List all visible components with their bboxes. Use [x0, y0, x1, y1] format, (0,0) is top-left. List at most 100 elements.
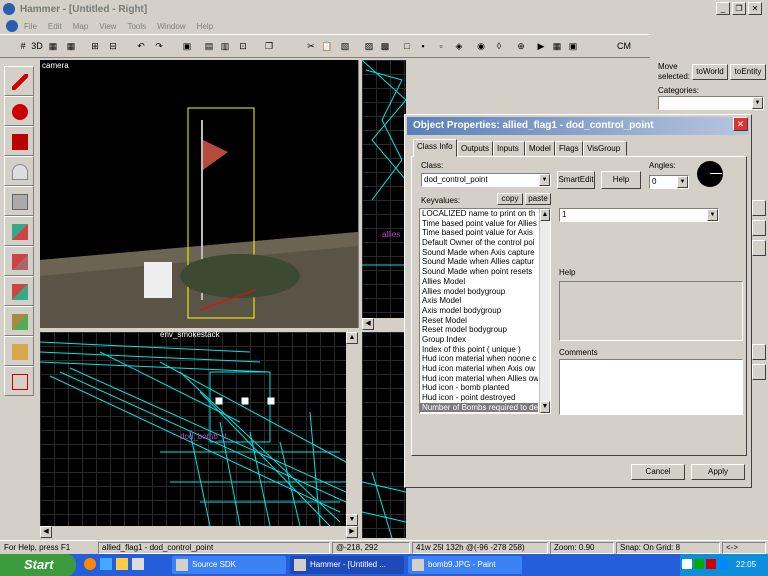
- folder-icon[interactable]: [116, 558, 128, 570]
- menu-map[interactable]: Map: [73, 22, 89, 31]
- tray-icon[interactable]: [682, 559, 692, 569]
- comments-field[interactable]: [559, 359, 743, 415]
- block-tool[interactable]: [4, 186, 34, 216]
- grid-lock-icon[interactable]: ▦: [64, 39, 78, 53]
- overlay-tool[interactable]: [4, 336, 34, 366]
- brush-icon[interactable]: ▫: [434, 39, 448, 53]
- close-button[interactable]: ✕: [748, 2, 762, 15]
- grid-dots-icon[interactable]: ▦: [46, 39, 60, 53]
- scroll-down-icon[interactable]: ▼: [540, 401, 550, 413]
- side-viewport-hscroll[interactable]: ◀ ▶: [40, 526, 358, 538]
- keyvalue-row[interactable]: Reset Model: [420, 316, 538, 326]
- top-viewport[interactable]: allies: [362, 60, 406, 318]
- front-viewport[interactable]: [362, 332, 406, 538]
- keyvalue-row[interactable]: Hud icon material when Axis ow: [420, 364, 538, 374]
- camera-icon[interactable]: ⊕: [514, 39, 528, 53]
- restore-button[interactable]: ❐: [732, 2, 746, 15]
- entity-icon[interactable]: ◈: [452, 39, 466, 53]
- keyvalues-list[interactable]: LOCALIZED name to print on th Time based …: [419, 208, 551, 414]
- value-combo[interactable]: 1 ▼: [559, 208, 719, 222]
- angles-dial[interactable]: [697, 161, 723, 187]
- clip-icon[interactable]: ▩: [378, 39, 392, 53]
- apply-decal-tool[interactable]: [4, 246, 34, 276]
- class-combo[interactable]: dod_control_point ▼: [421, 173, 551, 187]
- help-button[interactable]: Help: [601, 171, 641, 189]
- cordon-icon[interactable]: ▣: [566, 39, 580, 53]
- measure-icon[interactable]: ▨: [362, 39, 376, 53]
- paste-icon[interactable]: 📋: [320, 39, 334, 53]
- keyvalue-row[interactable]: LOCALIZED name to print on th: [420, 209, 538, 219]
- tray-icon[interactable]: [718, 559, 728, 569]
- ie-icon[interactable]: [100, 558, 112, 570]
- dialog-close-button[interactable]: ✕: [733, 117, 748, 131]
- menu-view[interactable]: View: [99, 22, 116, 31]
- texture-app-icon[interactable]: ▦: [550, 39, 564, 53]
- side-button-2[interactable]: [752, 220, 766, 236]
- side-button-4[interactable]: [752, 344, 766, 360]
- side-viewport-vscroll[interactable]: ▲ ▼: [346, 332, 358, 526]
- task-source-sdk[interactable]: Source SDK: [172, 556, 286, 574]
- keyvalue-row[interactable]: Group Index: [420, 335, 538, 345]
- smartedit-button[interactable]: SmartEdit: [557, 171, 595, 189]
- apply-button[interactable]: Apply: [691, 464, 745, 480]
- tray-icon[interactable]: [694, 559, 704, 569]
- clip-tool[interactable]: [4, 276, 34, 306]
- keyvalue-row[interactable]: Sound Made when Axis capture: [420, 248, 538, 258]
- menu-tools[interactable]: Tools: [127, 22, 146, 31]
- scroll-up-icon[interactable]: ▲: [346, 332, 358, 344]
- scroll-left-icon[interactable]: ◀: [362, 318, 374, 330]
- tab-visgroup[interactable]: VisGroup: [583, 141, 627, 156]
- grid-icon[interactable]: #: [16, 39, 30, 53]
- keyvalue-row[interactable]: Axis Model: [420, 296, 538, 306]
- keyvalue-row[interactable]: Hud icon material when Allies ow: [420, 374, 538, 384]
- keyvalue-row[interactable]: Time based point value for Allies: [420, 219, 538, 229]
- to-entity-button[interactable]: toEntity: [730, 64, 766, 80]
- side-button-3[interactable]: [752, 240, 766, 256]
- keyvalue-row[interactable]: Index of this point ( unique ): [420, 345, 538, 355]
- group-icon[interactable]: ⊞: [88, 39, 102, 53]
- minimize-button[interactable]: _: [716, 2, 730, 15]
- browser-icon[interactable]: [84, 558, 96, 570]
- keyvalue-row[interactable]: Hud icon material when noone c: [420, 354, 538, 364]
- tab-flags[interactable]: Flags: [555, 141, 583, 156]
- keyvalue-row[interactable]: Number of Bombs required to de: [420, 402, 538, 413]
- menu-file[interactable]: File: [24, 22, 37, 31]
- scroll-down-icon[interactable]: ▼: [346, 514, 358, 526]
- tab-inputs[interactable]: Inputs: [493, 141, 525, 156]
- vertex-tool[interactable]: [4, 306, 34, 336]
- hide-icon[interactable]: ▤: [202, 39, 216, 53]
- task-paint[interactable]: bomb9.JPG - Paint: [408, 556, 522, 574]
- tab-class-info[interactable]: Class Info: [413, 139, 457, 157]
- side-button-5[interactable]: [752, 364, 766, 380]
- keyvalue-row[interactable]: Allies Model: [420, 277, 538, 287]
- paste-button[interactable]: paste: [525, 193, 551, 205]
- keyvalues-scrollbar[interactable]: ▲ ▼: [539, 209, 550, 413]
- redo-icon[interactable]: ↷: [152, 39, 166, 53]
- select-icon[interactable]: □: [400, 39, 414, 53]
- carve-icon[interactable]: ▣: [180, 39, 194, 53]
- keyvalue-row[interactable]: Axis model bodygroup: [420, 306, 538, 316]
- keyvalue-row[interactable]: Hud icon - point destroyed: [420, 393, 538, 403]
- tab-outputs[interactable]: Outputs: [457, 141, 493, 156]
- scroll-up-icon[interactable]: ▲: [540, 209, 550, 221]
- cut-icon[interactable]: ✂: [304, 39, 318, 53]
- menu-window[interactable]: Window: [157, 22, 185, 31]
- keyvalue-row[interactable]: Allies model bodygroup: [420, 287, 538, 297]
- show-icon[interactable]: ▥: [218, 39, 232, 53]
- overlay-icon[interactable]: ◊: [492, 39, 506, 53]
- copy-icon[interactable]: ❐: [262, 39, 276, 53]
- task-hammer[interactable]: Hammer - [Untitled ...: [290, 556, 404, 574]
- keyvalue-row[interactable]: Default Owner of the control poi: [420, 238, 538, 248]
- texture-lock-icon[interactable]: ⊡: [236, 39, 250, 53]
- menu-edit[interactable]: Edit: [48, 22, 62, 31]
- keyvalue-row[interactable]: Sound Made when point resets: [420, 267, 538, 277]
- camera-tool[interactable]: [4, 126, 34, 156]
- menu-help[interactable]: Help: [197, 22, 213, 31]
- path-tool[interactable]: [4, 366, 34, 396]
- scroll-left-icon[interactable]: ◀: [40, 526, 52, 538]
- magnify-tool[interactable]: [4, 96, 34, 126]
- ungroup-icon[interactable]: ⊟: [106, 39, 120, 53]
- cm-button[interactable]: CM: [614, 39, 634, 53]
- selection-tool[interactable]: [4, 66, 34, 96]
- copy-button[interactable]: copy: [497, 193, 523, 205]
